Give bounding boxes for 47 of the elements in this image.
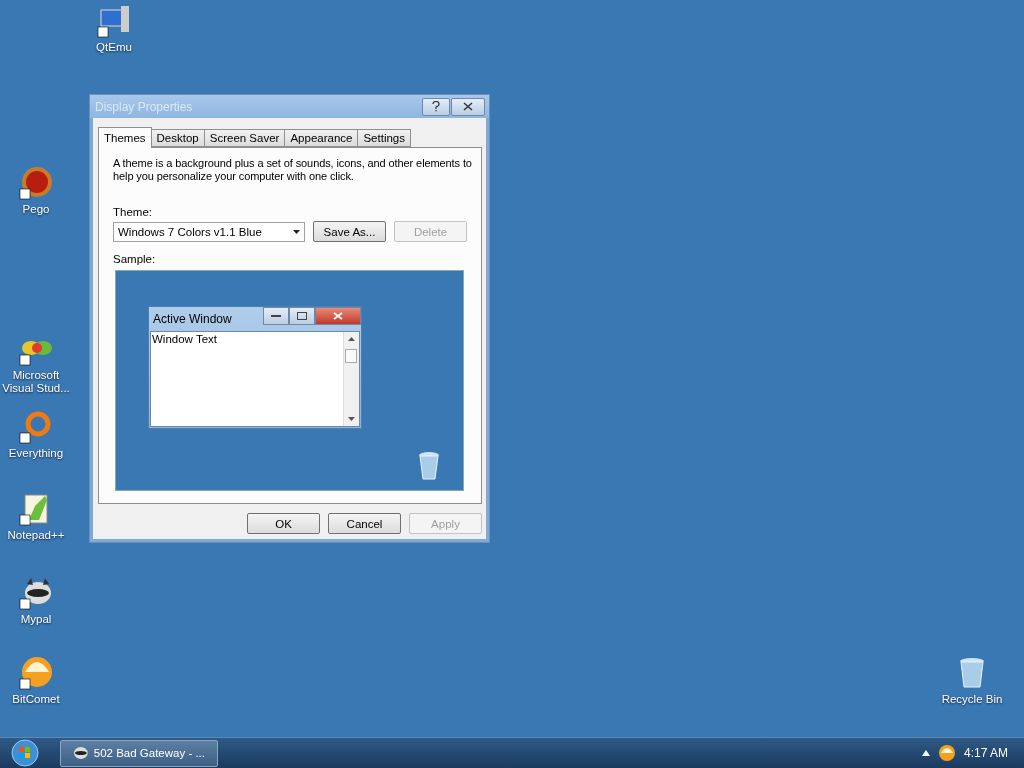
recycle-bin-icon xyxy=(417,451,441,481)
sample-window-title: Active Window xyxy=(153,312,233,326)
maximize-icon xyxy=(289,307,315,325)
theme-dropdown[interactable]: Windows 7 Colors v1.1 Blue xyxy=(113,221,305,242)
tab[interactable]: Settings xyxy=(357,129,411,147)
tray-expand-icon[interactable] xyxy=(921,750,930,756)
close-button[interactable] xyxy=(451,97,485,116)
taskbar-button[interactable]: 502 Bad Gateway - ... xyxy=(60,739,218,767)
desktop-icon-label[interactable]: Mypal xyxy=(20,613,52,626)
raccoon-icon xyxy=(19,576,53,610)
globe-icon[interactable] xyxy=(937,744,956,762)
clock[interactable]: 4:17 AM xyxy=(963,746,1008,760)
ring-icon xyxy=(19,410,53,444)
sample-label: Sample: xyxy=(113,253,156,265)
theme-label: Theme: xyxy=(113,206,152,218)
window-title: Display Properties xyxy=(94,99,194,114)
description-text: A theme is a background plus a set of sounds, icons, and other elements to help you personalize your computer with one click. xyxy=(113,157,473,183)
sample-window-text: Window Text xyxy=(151,332,218,347)
close-icon xyxy=(463,102,473,111)
desktop-icon-label[interactable]: BitComet xyxy=(12,693,60,706)
scroll-down-icon xyxy=(348,417,355,421)
close-icon xyxy=(315,307,361,325)
recycle-bin-icon xyxy=(957,656,987,690)
raccoon-icon xyxy=(73,746,89,760)
dialog-button[interactable]: OK xyxy=(247,513,320,534)
tab[interactable]: Screen Saver xyxy=(203,129,286,147)
ball-icon xyxy=(19,166,53,200)
tab[interactable]: Themes xyxy=(98,127,152,148)
desktop-icon-label[interactable]: QtEmu xyxy=(96,41,132,54)
desktop-icon-label[interactable]: Everything xyxy=(8,447,64,460)
monitor-icon xyxy=(97,4,131,38)
help-icon xyxy=(432,101,440,112)
start-orb-icon[interactable] xyxy=(10,739,40,767)
desktop-icon-label[interactable]: Pego xyxy=(22,203,50,216)
desktop-icon-label[interactable]: Recycle Bin xyxy=(941,693,1003,706)
globe-icon xyxy=(19,656,53,690)
tab[interactable]: Desktop xyxy=(150,129,205,147)
desktop-icon-label[interactable]: Notepad++ xyxy=(7,529,65,542)
help-button[interactable] xyxy=(422,97,450,116)
minimize-icon xyxy=(263,307,289,325)
dropdown-arrow-icon xyxy=(293,229,300,234)
tab[interactable]: Appearance xyxy=(284,129,359,147)
dialog-button[interactable]: Cancel xyxy=(328,513,401,534)
desktop-icon-label[interactable]: Microsoft Visual Stud... xyxy=(0,369,76,395)
scroll-thumb[interactable] xyxy=(345,349,357,363)
scroll-up-icon xyxy=(348,337,355,341)
theme-button[interactable]: Save As... xyxy=(313,221,386,242)
